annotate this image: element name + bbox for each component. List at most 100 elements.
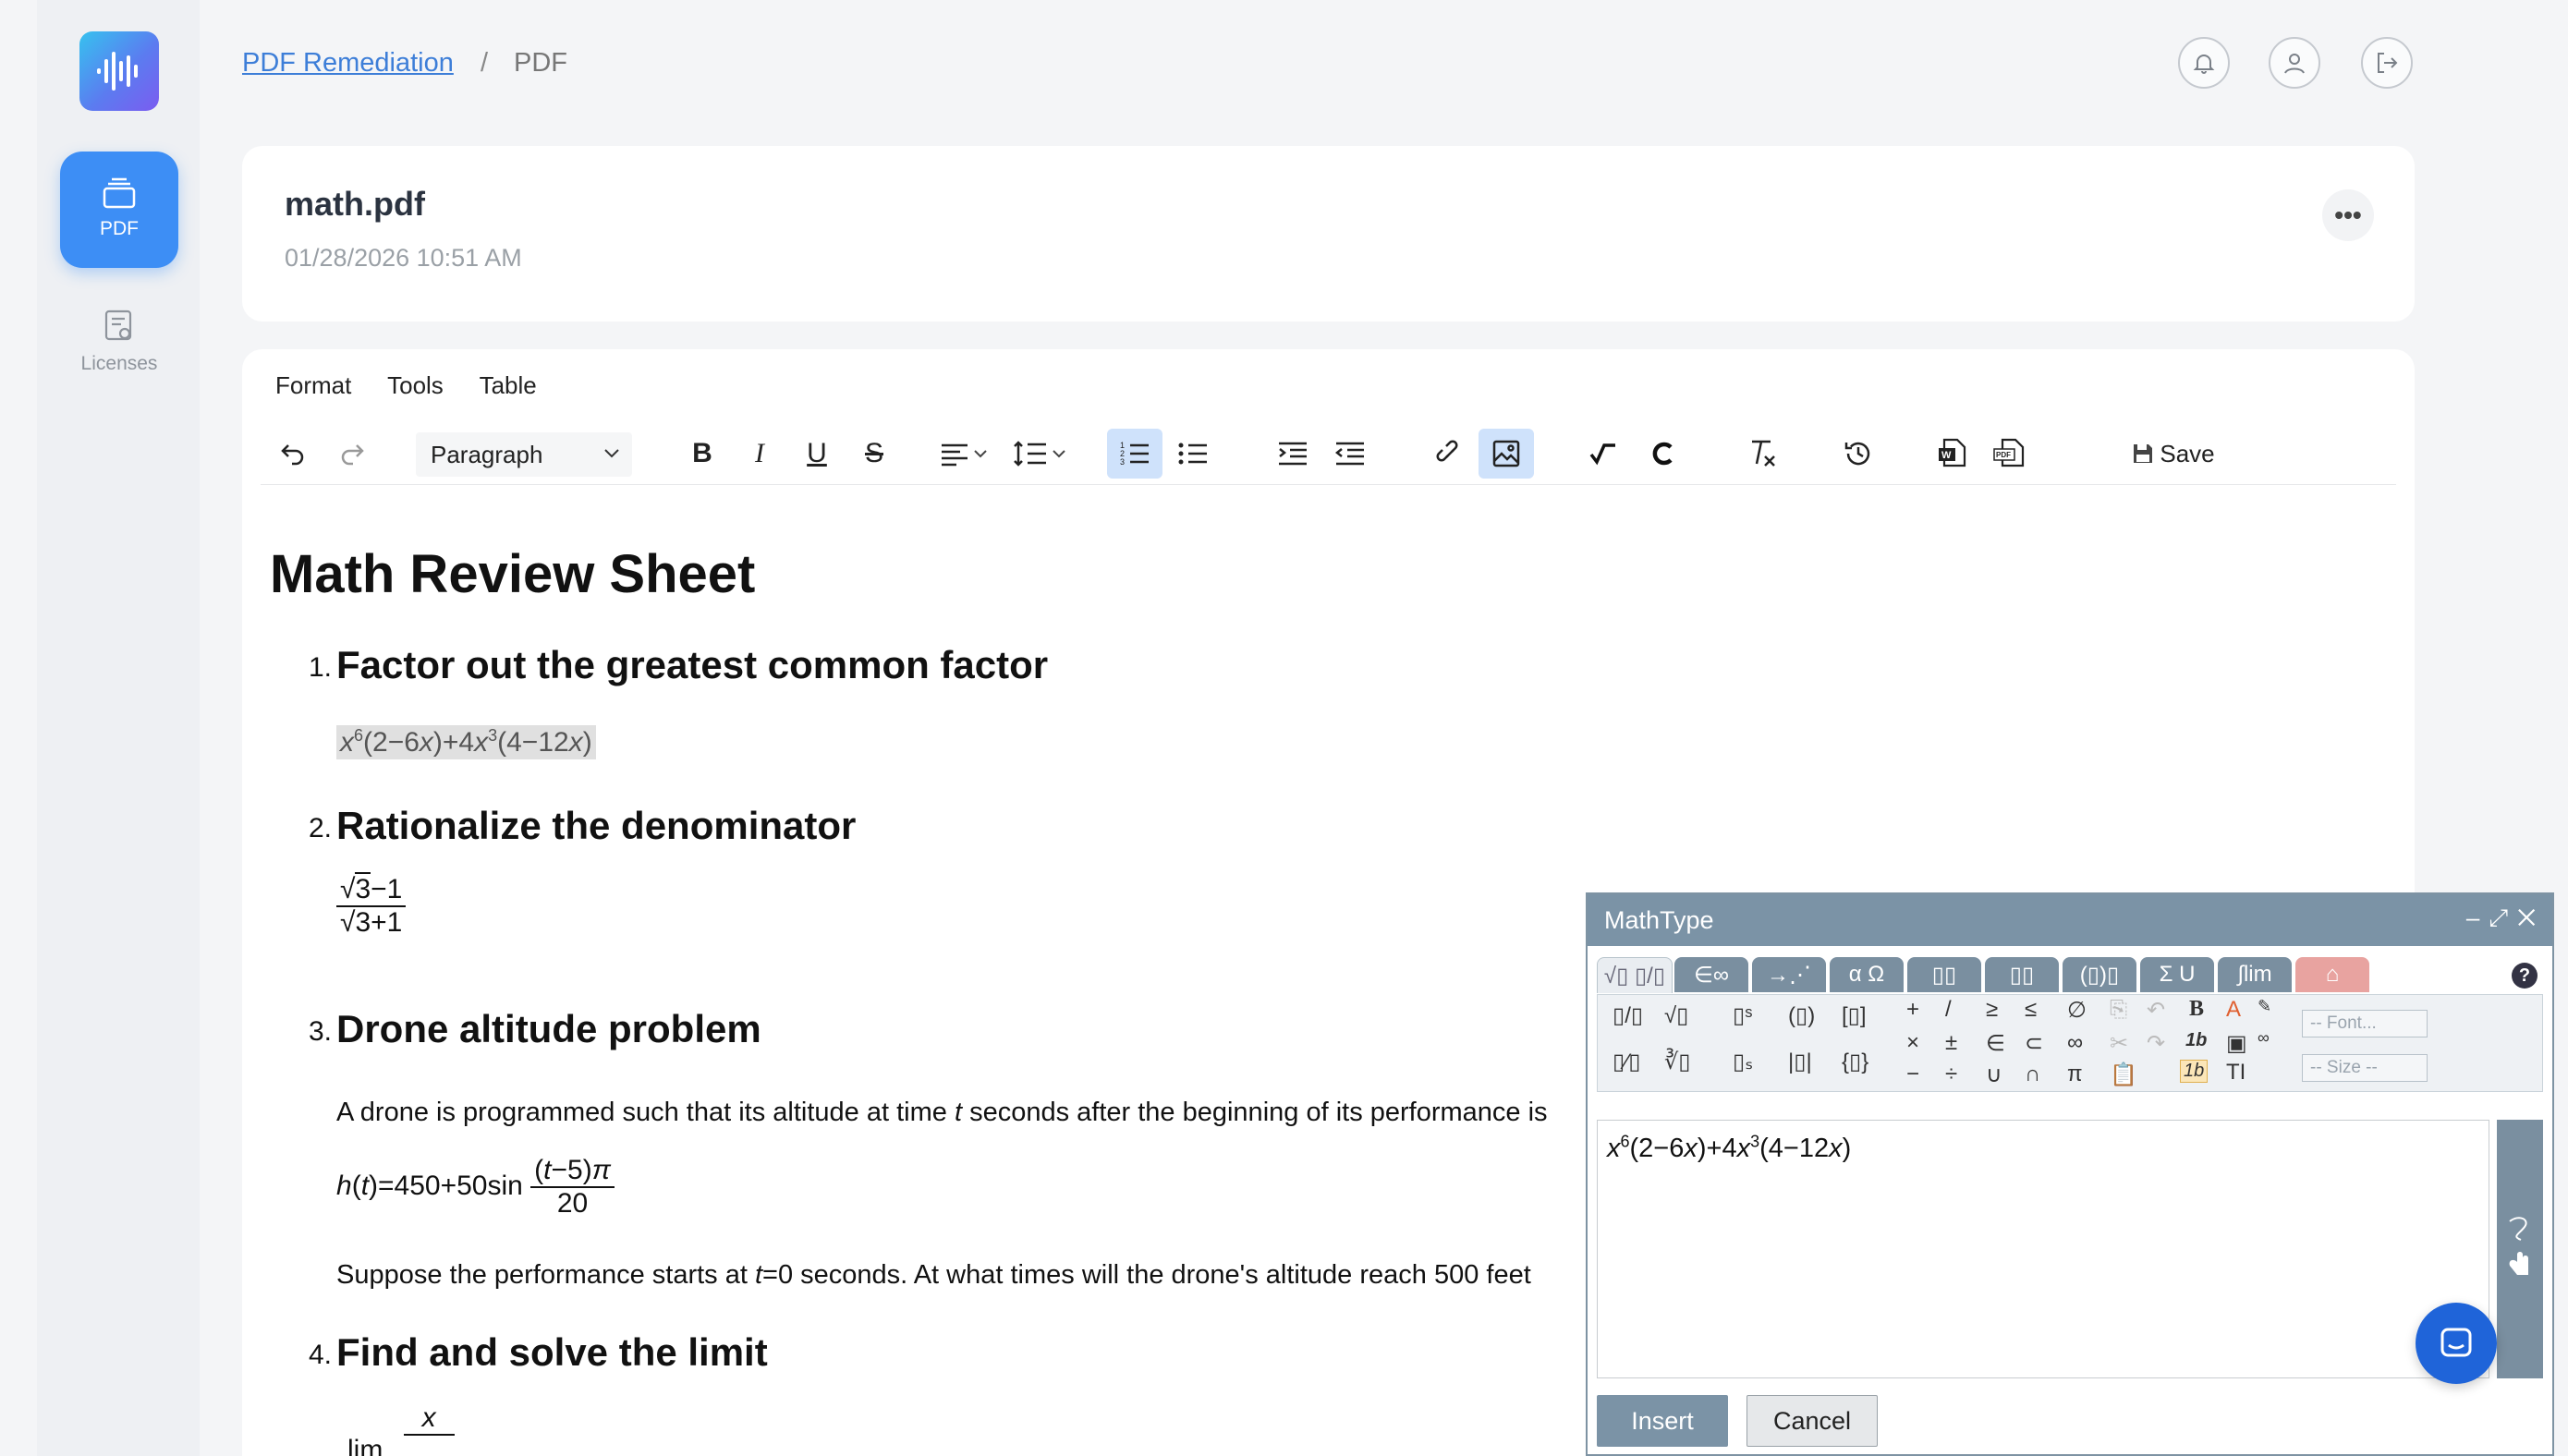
maximize-icon[interactable]: ⤢: [2489, 904, 2517, 931]
math-formula[interactable]: lim x: [347, 1402, 455, 1456]
save-button[interactable]: Save: [2127, 429, 2220, 479]
link-button[interactable]: [1427, 429, 1473, 479]
tab-big-operators[interactable]: Σ U: [2140, 957, 2214, 992]
notifications-button[interactable]: [2178, 37, 2230, 89]
menu-tools[interactable]: Tools: [387, 371, 444, 399]
breadcrumb-link[interactable]: PDF Remediation: [242, 48, 454, 79]
image-button[interactable]: [1479, 429, 1534, 479]
pi-icon[interactable]: π: [2067, 1062, 2083, 1087]
accessibility-icon[interactable]: ∞: [2258, 1028, 2270, 1048]
bevelled-fraction-icon[interactable]: ▯⁄▯: [1613, 1049, 1640, 1075]
cut-icon[interactable]: ✂: [2110, 1030, 2128, 1057]
pdf-export-button[interactable]: PDF: [1987, 429, 2033, 479]
numbered-list-button[interactable]: 123: [1107, 429, 1162, 479]
times-icon[interactable]: ×: [1906, 1030, 1919, 1056]
leq-icon[interactable]: ≤: [2025, 997, 2037, 1023]
superscript-icon[interactable]: ▯ˢ: [1733, 1002, 1752, 1029]
infinity-icon[interactable]: ∞: [2067, 1030, 2083, 1056]
minimize-icon[interactable]: –: [2466, 904, 2489, 931]
redo-button[interactable]: [329, 429, 375, 479]
align-dropdown[interactable]: [933, 429, 998, 479]
union-icon[interactable]: ∪: [1986, 1062, 2002, 1088]
clear-format-button[interactable]: [1739, 429, 1785, 479]
subscript-icon[interactable]: ▯ₛ: [1733, 1049, 1753, 1075]
math-formula[interactable]: x6(2−6x)+4x3(4−12x): [336, 725, 596, 759]
bullet-list-button[interactable]: [1170, 429, 1216, 479]
insert-button[interactable]: Insert: [1597, 1395, 1728, 1447]
undo-button[interactable]: [270, 429, 316, 479]
mathtype-titlebar[interactable]: MathType –⤢✕: [1588, 894, 2552, 946]
history-button[interactable]: [1835, 429, 1881, 479]
tab-arrows[interactable]: →⋰: [1752, 957, 1826, 992]
abs-icon[interactable]: |▯|: [1788, 1049, 1812, 1075]
outdent-button[interactable]: [1327, 429, 1373, 479]
tab-general[interactable]: √▯ ▯/▯: [1597, 957, 1673, 993]
tab-scripts[interactable]: ▯▯: [1985, 957, 2059, 992]
help-icon[interactable]: ?: [2512, 963, 2538, 989]
slash-icon[interactable]: /: [1945, 997, 1952, 1023]
brackets-icon[interactable]: [▯]: [1842, 1002, 1867, 1029]
text-color-icon[interactable]: A: [2226, 997, 2241, 1023]
copy-icon[interactable]: ⎘: [2110, 997, 2127, 1023]
sidebar-item-licenses[interactable]: Licenses: [60, 305, 178, 388]
math-formula[interactable]: √3−1 √3+1: [336, 872, 407, 939]
limit-expression[interactable]: lim x: [347, 1402, 455, 1456]
chemtype-button[interactable]: [1639, 429, 1686, 479]
empty-set-icon[interactable]: ∅: [2067, 997, 2087, 1024]
plus-icon[interactable]: +: [1906, 997, 1919, 1023]
profile-button[interactable]: [2269, 37, 2320, 89]
drone-formula[interactable]: h(t)=450+50sin (t−5)π 20: [336, 1155, 615, 1219]
italic-button[interactable]: I: [739, 429, 780, 479]
frame-icon[interactable]: ▣: [2226, 1030, 2247, 1057]
divide-icon[interactable]: ÷: [1945, 1062, 1957, 1087]
chat-button[interactable]: [2416, 1303, 2497, 1384]
gcf-expression[interactable]: x6(2−6x)+4x3(4−12x): [336, 725, 596, 759]
tab-contextual[interactable]: ⌂: [2295, 957, 2369, 992]
menu-table[interactable]: Table: [480, 371, 537, 399]
braces-icon[interactable]: {▯}: [1842, 1049, 1868, 1075]
text-mode-icon[interactable]: TI: [2226, 1060, 2245, 1086]
bold-button[interactable]: B: [682, 429, 723, 479]
strikethrough-button[interactable]: S: [854, 429, 895, 479]
rationalize-expression[interactable]: √3−1 √3+1: [336, 872, 407, 939]
geq-icon[interactable]: ≥: [1986, 997, 1998, 1023]
italic-icon[interactable]: 1b: [2185, 1030, 2207, 1051]
sqrt-icon[interactable]: √▯: [1664, 1002, 1688, 1029]
more-options-button[interactable]: •••: [2322, 189, 2374, 241]
paste-icon[interactable]: 📋: [2110, 1062, 2137, 1088]
parentheses-icon[interactable]: (▯): [1788, 1002, 1815, 1029]
menu-format[interactable]: Format: [275, 371, 351, 399]
word-export-button[interactable]: W: [1929, 429, 1976, 479]
close-icon[interactable]: ✕: [2517, 904, 2545, 931]
redo-icon[interactable]: ↷: [2147, 1030, 2165, 1057]
element-of-icon[interactable]: ∈: [1986, 1030, 2005, 1057]
handwriting-icon[interactable]: ✎: [2258, 997, 2271, 1016]
auto-italic-icon[interactable]: 1b: [2180, 1060, 2209, 1083]
intersection-icon[interactable]: ∩: [2025, 1062, 2040, 1087]
tab-calculus[interactable]: ∫lim: [2218, 957, 2292, 992]
font-select[interactable]: -- Font...: [2302, 1010, 2428, 1037]
mathtype-button[interactable]: [1580, 429, 1626, 479]
underline-button[interactable]: U: [797, 429, 837, 479]
tab-brackets[interactable]: (▯)▯: [2063, 957, 2136, 992]
tab-matrices[interactable]: ▯▯: [1907, 957, 1981, 992]
undo-icon[interactable]: ↶: [2147, 997, 2165, 1024]
tab-greek[interactable]: α Ω: [1830, 957, 1904, 992]
subset-icon[interactable]: ⊂: [2025, 1030, 2043, 1057]
minus-icon[interactable]: −: [1906, 1062, 1919, 1087]
cancel-button[interactable]: Cancel: [1746, 1395, 1878, 1447]
size-select[interactable]: -- Size --: [2302, 1054, 2428, 1082]
plus-minus-icon[interactable]: ±: [1945, 1030, 1957, 1056]
sidebar-item-pdf[interactable]: PDF: [60, 152, 178, 268]
logout-button[interactable]: [2361, 37, 2413, 89]
tab-symbols[interactable]: ∈∞: [1674, 957, 1748, 992]
line-height-dropdown[interactable]: [1009, 429, 1074, 479]
indent-button[interactable]: [1270, 429, 1316, 479]
mathtype-editor-area[interactable]: x6(2−6x)+4x3(4−12x): [1597, 1120, 2489, 1378]
app-logo[interactable]: [79, 31, 159, 111]
block-format-select[interactable]: Paragraph: [416, 432, 632, 477]
fraction-icon[interactable]: ▯/▯: [1613, 1002, 1643, 1029]
handwriting-panel-toggle[interactable]: [2497, 1120, 2543, 1378]
nth-root-icon[interactable]: ∛▯: [1664, 1049, 1691, 1075]
bold-icon[interactable]: B: [2189, 997, 2204, 1022]
